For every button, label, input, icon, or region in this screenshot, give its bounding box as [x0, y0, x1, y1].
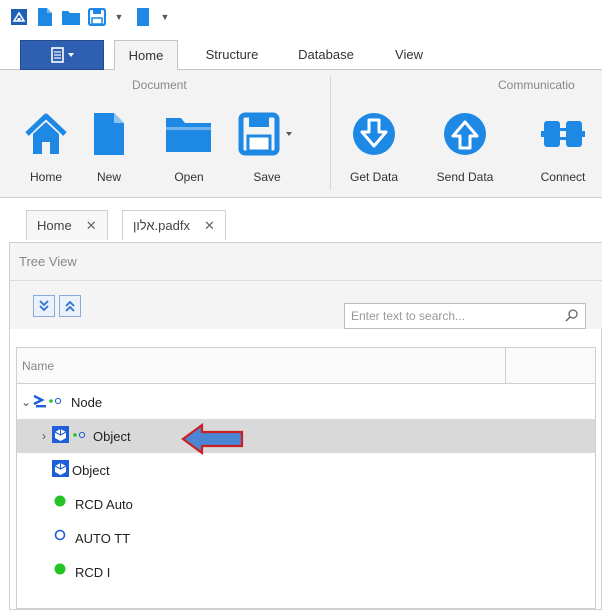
callout-arrow-icon	[180, 422, 246, 456]
doc-tab-label: אלון.padfx	[133, 218, 190, 233]
tree-row-object[interactable]: Object	[17, 453, 595, 487]
home-button[interactable]: Home	[20, 108, 72, 186]
connect-plug-icon	[541, 108, 585, 160]
close-icon[interactable]: ✕	[86, 218, 97, 234]
quick-access-toolbar: ▼ ▼	[0, 0, 602, 34]
double-chevron-down-icon	[39, 300, 49, 312]
send-data-label: Send Data	[436, 170, 494, 184]
panel-title: Tree View	[10, 243, 602, 281]
new-button[interactable]: New	[86, 108, 132, 186]
tree-row-label: RCD Auto	[75, 496, 133, 512]
tree-row-label: Node	[71, 394, 103, 410]
group-label-document: Document	[132, 78, 187, 92]
collapse-all-button[interactable]	[59, 295, 81, 317]
open-icon[interactable]	[60, 6, 82, 28]
tree-view-panel: Tree View Enter text to search... Name ⌄…	[9, 242, 602, 610]
tab-database[interactable]: Database	[288, 40, 364, 70]
expand-all-button[interactable]	[33, 295, 55, 317]
open-button-label: Open	[174, 170, 204, 184]
node-type-icon	[33, 394, 67, 411]
doc-tab-padfx[interactable]: אלון.padfx ✕	[122, 210, 226, 240]
chevron-down-icon[interactable]: ⌄	[19, 395, 33, 409]
upload-arrow-icon	[443, 108, 487, 160]
grid-header: Name	[17, 348, 595, 384]
doc-tab-home[interactable]: Home ✕	[26, 210, 108, 240]
tree-row-label: RCD I	[75, 564, 111, 580]
tree-row-rcd-auto[interactable]: RCD Auto	[17, 487, 595, 521]
search-placeholder: Enter text to search...	[351, 309, 466, 323]
get-data-button[interactable]: Get Data	[346, 108, 402, 186]
open-button[interactable]: Open	[160, 108, 218, 186]
save-button-label: Save	[253, 170, 281, 184]
object-cube-icon	[51, 425, 89, 448]
connect-label: Connect	[540, 170, 586, 184]
app-icon[interactable]	[8, 6, 30, 28]
tree-row-object-selected[interactable]: › Object	[17, 419, 595, 453]
new-document-icon	[92, 108, 126, 160]
tab-structure[interactable]: Structure	[190, 40, 274, 70]
tree-row-rcd-i[interactable]: RCD I	[17, 555, 595, 589]
new-button-label: New	[96, 170, 121, 184]
tree-row-auto-tt[interactable]: AUTO TT	[17, 521, 595, 555]
download-arrow-icon	[352, 108, 396, 160]
document-icon[interactable]	[132, 6, 154, 28]
ribbon-panel: Document Communicatio Home New Open Save…	[0, 70, 602, 198]
doc-tab-label: Home	[37, 218, 72, 233]
close-icon[interactable]: ✕	[204, 218, 215, 234]
tab-home[interactable]: Home	[114, 40, 178, 71]
column-separator[interactable]	[505, 348, 506, 384]
folder-icon	[164, 108, 214, 160]
get-data-label: Get Data	[349, 170, 399, 184]
connect-button[interactable]: Connect	[530, 108, 596, 186]
save-icon[interactable]	[86, 6, 108, 28]
tree-row-label: Object	[72, 462, 110, 478]
object-cube-icon	[51, 459, 70, 482]
tab-view[interactable]: View	[382, 40, 436, 70]
group-separator	[330, 76, 331, 190]
new-icon[interactable]	[34, 6, 56, 28]
chevron-right-icon[interactable]: ›	[37, 429, 51, 443]
home-icon	[23, 108, 69, 160]
ring-icon	[53, 529, 67, 548]
column-header-name[interactable]: Name	[22, 348, 54, 384]
green-dot-icon	[53, 495, 67, 514]
group-label-communication: Communicatio	[498, 78, 575, 92]
home-button-label: Home	[29, 170, 62, 184]
save-disk-icon	[238, 108, 296, 160]
tree-row-label: Object	[93, 428, 131, 444]
green-dot-icon	[53, 563, 67, 582]
search-icon[interactable]	[565, 308, 579, 325]
double-chevron-up-icon	[65, 300, 75, 312]
dropdown-icon[interactable]: ▼	[158, 6, 172, 28]
file-menu-button[interactable]	[20, 40, 104, 70]
tree-row-node[interactable]: ⌄ Node	[17, 385, 595, 419]
dropdown-icon[interactable]: ▼	[112, 6, 126, 28]
send-data-button[interactable]: Send Data	[432, 108, 498, 186]
search-input[interactable]: Enter text to search...	[344, 303, 586, 329]
tree-grid: Name ⌄ Node › Object Object RCD Auto AUT…	[16, 347, 596, 609]
document-tab-strip: Home ✕ אלון.padfx ✕	[0, 198, 602, 242]
tree-row-label: AUTO TT	[75, 530, 131, 546]
save-button[interactable]: Save	[238, 108, 296, 186]
ribbon-tab-bar: Home Structure Database View	[0, 40, 602, 71]
